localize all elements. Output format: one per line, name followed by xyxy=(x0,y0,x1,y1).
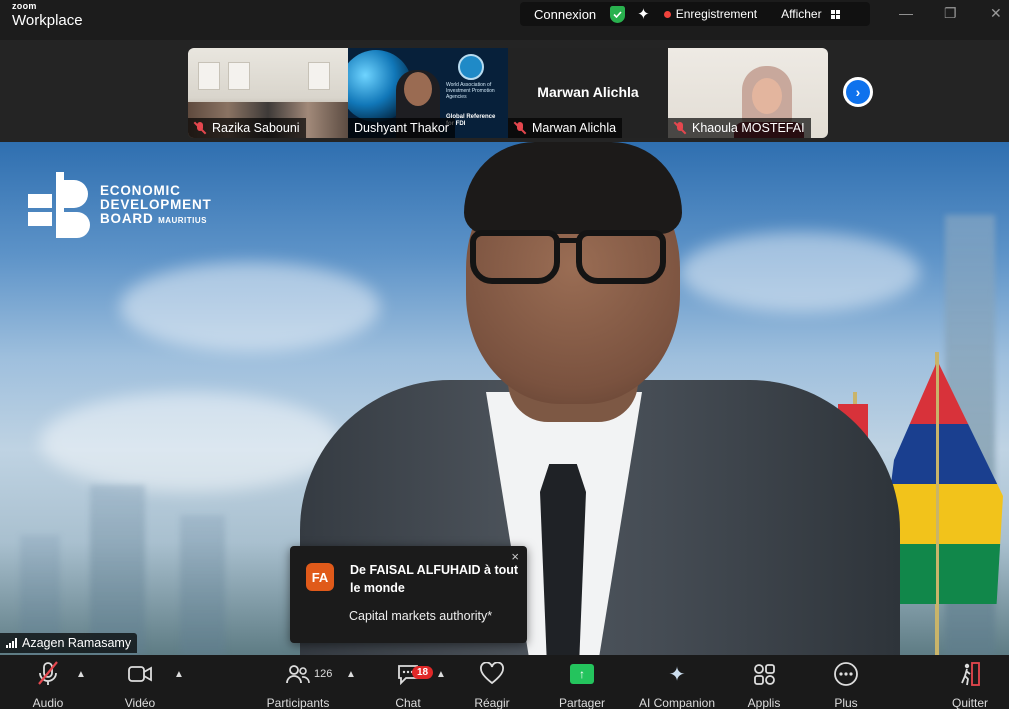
mic-muted-icon xyxy=(194,122,206,134)
edb-logo-text: ECONOMIC DEVELOPMENT BOARD MAURITIUS xyxy=(100,182,212,227)
cloud-decor xyxy=(680,232,920,312)
logo-small-text: zoom xyxy=(12,1,37,11)
close-window-button[interactable]: ✕ xyxy=(990,5,1002,22)
room-window-decor xyxy=(308,62,330,90)
sender-avatar: FA xyxy=(306,563,334,591)
participant-face xyxy=(404,72,432,106)
ai-companion-label: AI Companion xyxy=(638,696,716,709)
participant-name-tag: Razika Sabouni xyxy=(188,118,306,138)
video-button[interactable]: Vidéo xyxy=(100,661,180,709)
building-decor xyxy=(180,515,225,655)
share-label: Partager xyxy=(558,696,606,709)
recording-dot-icon xyxy=(663,10,671,18)
ai-companion-sparkle-icon: ✦ xyxy=(668,663,686,686)
participants-label: Participants xyxy=(266,696,330,709)
speaker-tie xyxy=(540,464,586,655)
view-button[interactable]: Afficher xyxy=(781,7,840,21)
title-bar: zoom Workplace Connexion ✦ Enregistremen… xyxy=(0,0,1009,40)
speaker-glasses-bridge xyxy=(558,238,578,243)
react-label: Réagir xyxy=(474,696,510,709)
audio-label: Audio xyxy=(32,696,64,709)
chat-unread-badge: 18 xyxy=(412,666,434,679)
video-options-chevron-icon[interactable]: ▲ xyxy=(174,669,184,680)
share-screen-icon: ↑ xyxy=(570,664,594,684)
ai-sparkle-icon[interactable]: ✦ xyxy=(637,5,650,23)
speaker-glasses xyxy=(470,230,560,284)
meeting-toolbar: Audio ▲ Vidéo ▲ Participants 126 ▲ Chat … xyxy=(0,655,1009,709)
edb-logo-suffix: MAURITIUS xyxy=(158,216,208,226)
quit-label: Quitter xyxy=(951,696,988,709)
zoom-window: zoom Workplace Connexion ✦ Enregistremen… xyxy=(0,0,1009,709)
encryption-shield-icon[interactable] xyxy=(610,5,626,23)
participant-strip: Razika Sabouni World Association of Inve… xyxy=(0,40,1009,142)
edb-logo-line: BOARD xyxy=(100,211,154,227)
participant-name-tag: Dushyant Thakor xyxy=(348,118,455,138)
more-icon xyxy=(806,661,886,687)
participant-thumbnail[interactable]: Marwan Alichla Marwan Alichla xyxy=(508,48,668,138)
speaker-name-tag: Azagen Ramasamy xyxy=(0,633,138,653)
participant-thumbnail[interactable]: Razika Sabouni xyxy=(188,48,348,138)
participant-name-tag: Marwan Alichla xyxy=(508,118,623,138)
chat-message: Capital markets authority* xyxy=(349,609,493,623)
audio-options-chevron-icon[interactable]: ▲ xyxy=(76,669,86,680)
logo-big-text: Workplace xyxy=(12,12,83,29)
participant-name-tag: Khaoula MOSTEFAI xyxy=(668,118,811,138)
apps-button[interactable]: Applis xyxy=(724,661,804,709)
room-window-decor xyxy=(228,62,250,90)
camera-icon xyxy=(100,661,180,687)
cloud-decor xyxy=(40,392,340,492)
leave-door-icon xyxy=(930,661,1009,687)
zoom-logo: zoom Workplace xyxy=(12,1,83,29)
chevron-right-icon: › xyxy=(846,80,870,104)
room-window-decor xyxy=(198,62,220,90)
meeting-status-bar: Connexion ✦ Enregistrement Afficher xyxy=(520,2,870,26)
edb-logo-line: DEVELOPMENT xyxy=(100,196,212,212)
participant-thumbnail[interactable]: World Association of Investment Promotio… xyxy=(348,48,508,138)
chat-sender: De FAISAL ALFUHAID à tout le monde xyxy=(350,563,519,595)
building-decor xyxy=(90,485,145,655)
mic-muted-icon xyxy=(514,122,526,134)
participant-big-name: Marwan Alichla xyxy=(537,84,639,100)
edb-logo: ECONOMIC DEVELOPMENT BOARD MAURITIUS xyxy=(28,172,212,238)
edb-logo-mark xyxy=(28,172,90,238)
waipa-logo xyxy=(458,54,484,80)
chat-options-chevron-icon[interactable]: ▲ xyxy=(436,669,446,680)
speaker-glasses xyxy=(576,230,666,284)
participant-name: Razika Sabouni xyxy=(212,121,300,135)
maximize-button[interactable]: ❐ xyxy=(944,5,957,22)
apps-label: Applis xyxy=(747,696,781,709)
chat-notification[interactable]: FA De FAISAL ALFUHAID à tout le monde Ca… xyxy=(290,546,527,643)
view-grid-icon xyxy=(830,10,840,20)
minimize-button[interactable]: — xyxy=(899,5,913,21)
speaker-hair xyxy=(464,142,682,234)
more-button[interactable]: Plus xyxy=(806,661,886,709)
close-icon[interactable]: × xyxy=(511,549,519,564)
participant-name: Marwan Alichla xyxy=(532,121,617,135)
more-label: Plus xyxy=(834,696,858,709)
next-page-button[interactable]: › xyxy=(843,77,873,107)
chat-label: Chat xyxy=(395,696,421,709)
quit-button[interactable]: Quitter xyxy=(930,661,1009,709)
apps-icon xyxy=(724,661,804,687)
participants-options-chevron-icon[interactable]: ▲ xyxy=(346,669,356,680)
mic-muted-icon xyxy=(674,122,686,134)
signal-strength-icon xyxy=(6,638,17,648)
speaker-name: Azagen Ramasamy xyxy=(22,636,132,650)
ai-companion-button[interactable]: ✦ AI Companion xyxy=(632,661,722,709)
share-button[interactable]: ↑ Partager xyxy=(542,661,622,709)
participant-thumbnail[interactable]: Khaoula MOSTEFAI xyxy=(668,48,828,138)
connexion-button[interactable]: Connexion xyxy=(534,7,596,22)
view-label: Afficher xyxy=(781,7,822,21)
slide-text-line: World Association of Investment Promotio… xyxy=(446,82,495,100)
recording-indicator[interactable]: Enregistrement xyxy=(676,7,757,21)
video-label: Vidéo xyxy=(124,696,156,709)
participants-count: 126 xyxy=(314,668,333,680)
react-button[interactable]: Réagir xyxy=(452,661,532,709)
participant-face xyxy=(752,78,782,114)
edb-logo-line: ECONOMIC xyxy=(100,182,181,198)
cloud-decor xyxy=(120,262,380,352)
participant-name: Dushyant Thakor xyxy=(354,121,449,135)
heart-icon xyxy=(452,661,532,687)
participant-name: Khaoula MOSTEFAI xyxy=(692,121,805,135)
